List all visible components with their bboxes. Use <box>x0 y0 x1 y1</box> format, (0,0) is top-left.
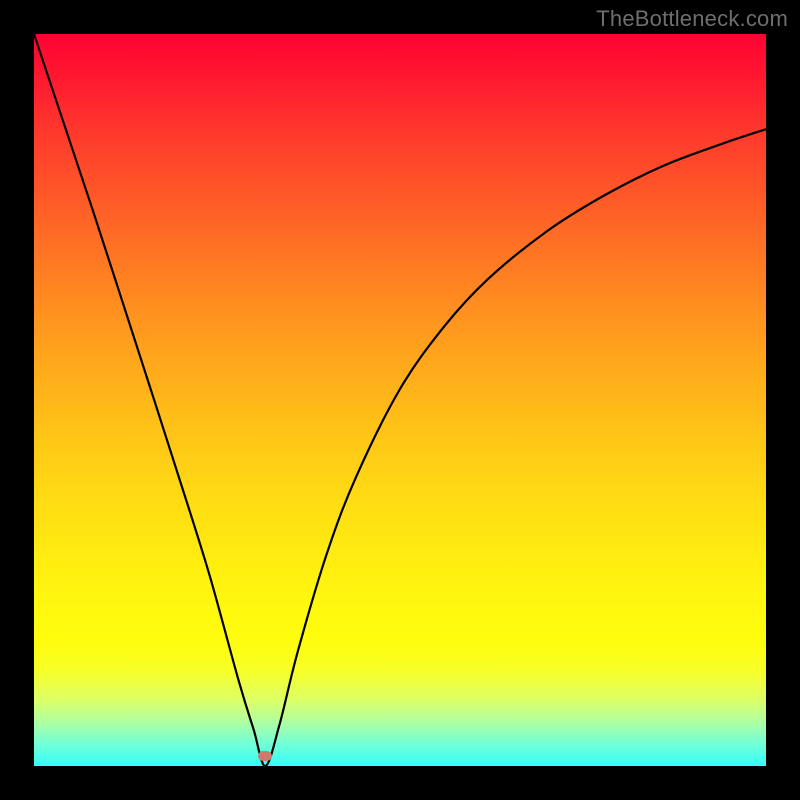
optimum-marker <box>258 751 272 761</box>
chart-frame: TheBottleneck.com <box>0 0 800 800</box>
bottleneck-curve <box>34 34 766 766</box>
watermark-text: TheBottleneck.com <box>596 6 788 32</box>
plot-area <box>34 34 766 766</box>
